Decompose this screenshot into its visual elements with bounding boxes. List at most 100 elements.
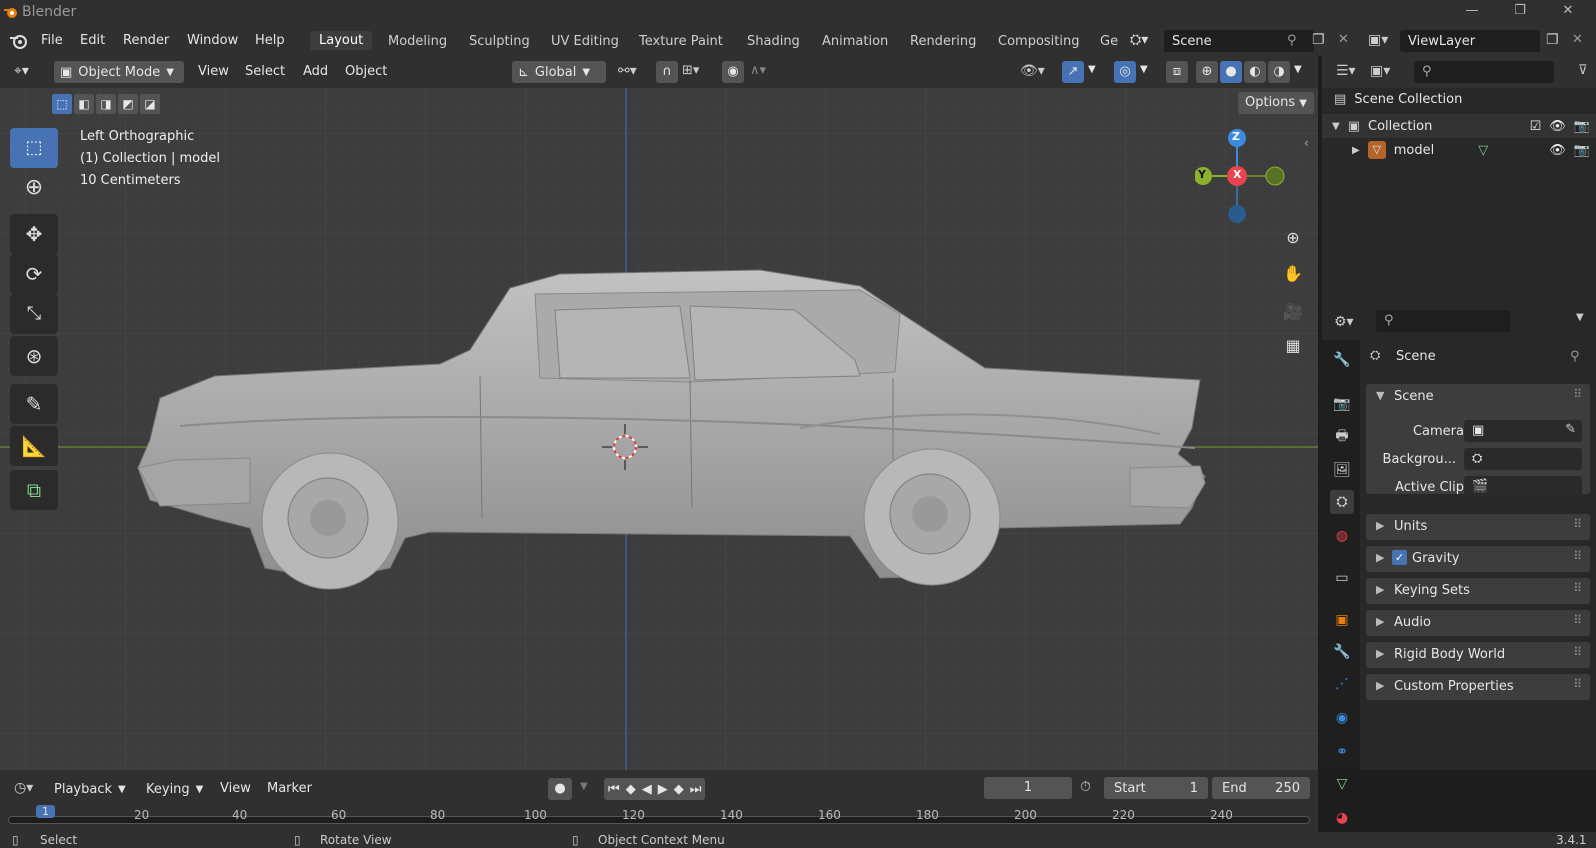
- xray-icon[interactable]: ⧈: [1166, 61, 1188, 83]
- scene-selector-icon[interactable]: ⛭▾: [1130, 32, 1148, 48]
- world-tab-icon[interactable]: ◍: [1330, 524, 1354, 548]
- constraints-tab-icon[interactable]: ⚭: [1330, 740, 1354, 764]
- timeline-view-menu[interactable]: View: [220, 781, 251, 796]
- select-box-tool[interactable]: ⬚: [10, 128, 58, 168]
- close-icon[interactable]: ✕: [1556, 3, 1580, 23]
- scene-tab-icon[interactable]: ⛭: [1330, 490, 1354, 514]
- gizmo-toggle-icon[interactable]: ↗: [1062, 61, 1084, 83]
- drag-handle-icon[interactable]: ⠿: [1573, 549, 1582, 563]
- tab-rendering[interactable]: Rendering: [910, 34, 976, 49]
- menu-object[interactable]: Object: [345, 64, 387, 86]
- properties-editor-icon[interactable]: ⚙▾: [1334, 314, 1354, 330]
- snap-icon[interactable]: ∩: [656, 61, 678, 83]
- expand-chevron-icon[interactable]: ▶: [1376, 583, 1384, 596]
- transform-orientation-dropdown[interactable]: ⊾ Global ▼: [512, 61, 606, 83]
- expand-chevron-icon[interactable]: ▶: [1352, 145, 1360, 156]
- tab-sculpting[interactable]: Sculpting: [469, 34, 530, 49]
- minimize-icon[interactable]: —: [1460, 3, 1484, 23]
- data-tab-icon[interactable]: ▽: [1330, 772, 1354, 796]
- select-new-icon[interactable]: ⬚: [52, 94, 72, 114]
- current-frame-field[interactable]: 1: [984, 777, 1072, 799]
- chevron-down-icon[interactable]: ▼: [1088, 64, 1096, 86]
- playhead[interactable]: 1: [36, 805, 55, 818]
- keying-menu[interactable]: Keying ▼: [146, 778, 203, 800]
- scene-collection-row[interactable]: ▤ Scene Collection: [1334, 92, 1462, 107]
- car-model[interactable]: [0, 88, 1318, 770]
- prev-keyframe-icon[interactable]: ◆: [626, 782, 636, 797]
- falloff-icon[interactable]: ∧▾: [750, 63, 766, 85]
- chevron-down-icon[interactable]: ▼: [1576, 312, 1584, 323]
- eye-icon[interactable]: 👁: [1549, 119, 1566, 134]
- select-extend-icon[interactable]: ◧: [74, 94, 94, 114]
- remove-scene-icon[interactable]: ✕: [1338, 32, 1349, 47]
- menu-edit[interactable]: Edit: [80, 33, 105, 48]
- properties-search-input[interactable]: ⚲: [1376, 310, 1510, 332]
- chevron-down-icon[interactable]: ▼: [1140, 64, 1148, 86]
- perspective-grid-icon[interactable]: ▦: [1279, 332, 1307, 360]
- maximize-icon[interactable]: ❐: [1508, 3, 1532, 23]
- menu-window[interactable]: Window: [187, 33, 238, 48]
- expand-chevron-icon[interactable]: ▶: [1376, 679, 1384, 692]
- tab-animation[interactable]: Animation: [822, 34, 888, 49]
- custom-properties-panel[interactable]: ▶ Custom Properties ⠿: [1366, 674, 1590, 700]
- output-tab-icon[interactable]: 🖶: [1330, 424, 1354, 448]
- wireframe-shading-icon[interactable]: ⊕: [1196, 61, 1218, 83]
- playback-menu[interactable]: Playback ▼: [54, 778, 126, 800]
- measure-tool[interactable]: 📐: [10, 426, 58, 466]
- filter-icon[interactable]: ⊽: [1578, 63, 1588, 78]
- active-clip-field[interactable]: 🎬: [1464, 476, 1582, 498]
- drag-handle-icon[interactable]: ⠿: [1573, 387, 1582, 401]
- menu-help[interactable]: Help: [255, 33, 285, 48]
- material-tab-icon[interactable]: ◕: [1330, 806, 1354, 830]
- cursor-tool[interactable]: ⊕: [10, 168, 58, 208]
- viewlayer-field[interactable]: ViewLayer: [1400, 30, 1540, 52]
- outliner-editor-icon[interactable]: ☰▾: [1336, 63, 1356, 79]
- scene-panel-label[interactable]: Scene: [1394, 389, 1434, 404]
- camera-field[interactable]: ▣ ✎: [1464, 420, 1582, 442]
- drag-handle-icon[interactable]: ⠿: [1573, 517, 1582, 531]
- pan-hand-icon[interactable]: ✋: [1279, 260, 1307, 288]
- select-invert-icon[interactable]: ◩: [118, 94, 138, 114]
- jump-start-icon[interactable]: ⏮: [608, 782, 620, 797]
- play-icon[interactable]: ▶: [658, 782, 668, 797]
- eye-icon[interactable]: 👁: [1549, 143, 1566, 158]
- 3d-viewport[interactable]: Left Orthographic (1) Collection | model…: [0, 88, 1318, 770]
- pin-icon[interactable]: ⚲: [1570, 349, 1580, 364]
- expand-chevron-icon[interactable]: ▼: [1376, 389, 1384, 402]
- menu-render[interactable]: Render: [123, 33, 169, 48]
- eyedropper-icon[interactable]: ✎: [1565, 422, 1576, 437]
- next-keyframe-icon[interactable]: ◆: [674, 782, 684, 797]
- particles-tab-icon[interactable]: ⋰: [1330, 672, 1354, 696]
- tab-geometry-nodes[interactable]: Ge: [1100, 34, 1118, 49]
- transform-tool[interactable]: ⊛: [10, 336, 58, 376]
- end-frame-field[interactable]: End 250: [1212, 777, 1310, 799]
- outliner-search-input[interactable]: ⚲: [1414, 61, 1554, 83]
- object-tab-icon[interactable]: ▣: [1330, 608, 1354, 632]
- expand-chevron-icon[interactable]: ▶: [1376, 615, 1384, 628]
- pivot-point-icon[interactable]: ⚯▾: [618, 63, 637, 85]
- expand-chevron-icon[interactable]: ▶: [1376, 519, 1384, 532]
- camera-view-icon[interactable]: 🎥: [1279, 298, 1307, 326]
- camera-icon[interactable]: 📷: [1574, 143, 1590, 158]
- menu-view[interactable]: View: [198, 64, 229, 86]
- chevron-down-icon[interactable]: ▼: [580, 781, 588, 792]
- options-dropdown[interactable]: Options ▼: [1238, 92, 1314, 114]
- add-cube-tool[interactable]: ⧉: [10, 470, 58, 510]
- blender-menu-icon[interactable]: [10, 33, 28, 49]
- snap-target-icon[interactable]: ⊞▾: [682, 63, 699, 85]
- camera-icon[interactable]: 📷: [1574, 119, 1590, 134]
- sidebar-toggle-icon[interactable]: ‹: [1304, 136, 1309, 150]
- tab-modeling[interactable]: Modeling: [388, 34, 447, 49]
- remove-viewlayer-icon[interactable]: ✕: [1572, 32, 1583, 47]
- timeline-editor-icon[interactable]: ◷▾: [14, 780, 33, 796]
- start-frame-field[interactable]: Start 1: [1104, 777, 1208, 799]
- editor-type-icon[interactable]: ⌖▾: [14, 63, 29, 85]
- background-field[interactable]: ⛭: [1464, 448, 1582, 470]
- new-viewlayer-icon[interactable]: ❐: [1546, 32, 1559, 48]
- marker-menu[interactable]: Marker: [267, 781, 312, 796]
- collection-tab-icon[interactable]: ▭: [1330, 566, 1354, 590]
- navigation-gizmo[interactable]: [1195, 128, 1301, 228]
- expand-chevron-icon[interactable]: ▶: [1376, 551, 1384, 564]
- menu-add[interactable]: Add: [303, 64, 328, 86]
- rigid-body-world-panel[interactable]: ▶ Rigid Body World ⠿: [1366, 642, 1590, 668]
